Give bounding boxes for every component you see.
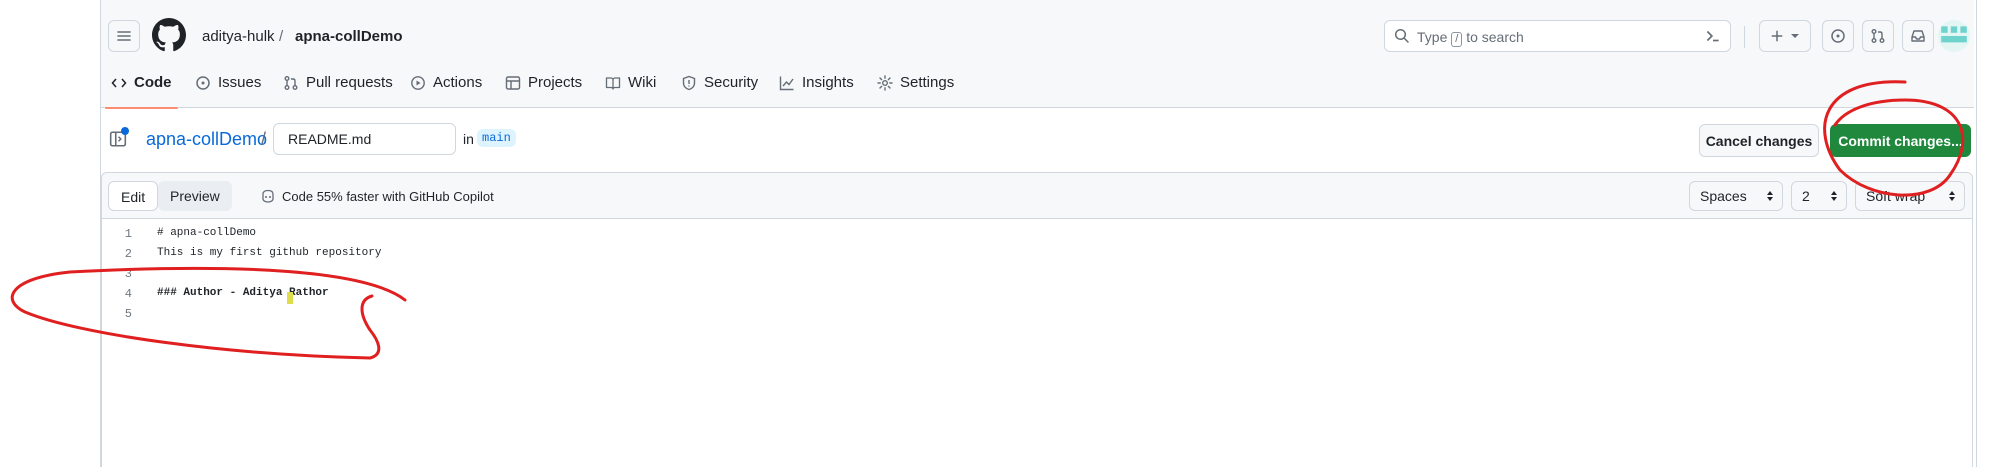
menu-button[interactable]: [108, 20, 140, 52]
book-icon: [605, 77, 621, 90]
github-logo-icon[interactable]: [152, 18, 186, 52]
issues-button[interactable]: [1822, 20, 1854, 52]
indent-mode-select[interactable]: Spaces: [1689, 181, 1783, 211]
search-icon: [1394, 28, 1409, 43]
table-icon: [505, 76, 521, 90]
repo-link[interactable]: apna-collDemo: [146, 129, 267, 150]
copilot-text: Code 55% faster with GitHub Copilot: [282, 188, 494, 204]
pull-request-icon: [284, 76, 298, 90]
screenshot-frame: aditya-hulk / apna-collDemo Type / to se…: [0, 0, 1998, 467]
line-text: ### Author - Aditya Rathor: [157, 287, 329, 299]
inbox-button[interactable]: [1902, 20, 1934, 52]
tab-label: Issues: [218, 74, 262, 91]
breadcrumb-repo[interactable]: apna-collDemo: [295, 28, 403, 45]
github-window: aditya-hulk / apna-collDemo Type / to se…: [100, 0, 1974, 467]
avatar[interactable]: [1938, 20, 1970, 52]
tab-label: Security: [704, 74, 759, 91]
select-arrows-icon: [1831, 191, 1837, 201]
create-new-button[interactable]: [1759, 20, 1811, 52]
tab-edit[interactable]: Edit: [108, 181, 159, 211]
tab-wiki[interactable]: Wiki: [605, 70, 656, 108]
avatar-identicon: [1941, 26, 1967, 43]
notification-dot: [121, 127, 129, 135]
command-palette-icon[interactable]: [1704, 27, 1722, 45]
tab-label: Code: [134, 74, 172, 91]
tab-preview[interactable]: Preview: [158, 181, 232, 211]
text-cursor: [287, 292, 293, 304]
line-text: # apna-collDemo: [157, 227, 257, 239]
hamburger-icon: [117, 31, 131, 41]
commit-changes-button[interactable]: Commit changes...: [1830, 124, 1971, 157]
search-input[interactable]: Type / to search: [1384, 20, 1731, 52]
line-number: 4: [124, 287, 132, 301]
chevron-down-icon: [1791, 34, 1799, 38]
editor-toolbar: Edit Preview Code 55% faster with GitHub…: [102, 173, 1972, 219]
tab-actions[interactable]: Actions: [410, 70, 482, 108]
tab-projects[interactable]: Projects: [505, 70, 582, 108]
select-arrows-icon: [1949, 191, 1955, 201]
branch-badge: main: [477, 129, 516, 147]
cancel-changes-button[interactable]: Cancel changes: [1699, 124, 1819, 157]
copilot-icon: [262, 189, 274, 203]
breadcrumb-owner[interactable]: aditya-hulk: [202, 28, 275, 45]
play-icon: [411, 76, 425, 90]
shield-icon: [682, 75, 696, 91]
graph-icon: [779, 76, 794, 91]
line-number: 2: [124, 247, 132, 261]
search-placeholder: Type / to search: [1417, 29, 1524, 47]
filename-input[interactable]: README.md: [273, 123, 456, 155]
file-edit-bar: apna-collDemo / README.md in main Cancel…: [101, 118, 1974, 162]
top-bar: aditya-hulk / apna-collDemo Type / to se…: [101, 14, 1974, 58]
select-value: Spaces: [1700, 188, 1747, 204]
in-label: in: [463, 131, 474, 147]
tab-label: Pull requests: [306, 74, 393, 91]
breadcrumb-separator: /: [279, 28, 284, 45]
inbox-icon: [1911, 30, 1925, 42]
line-number: 5: [124, 307, 132, 321]
pull-requests-button[interactable]: [1862, 20, 1894, 52]
header-divider: [1744, 26, 1745, 48]
tab-label: Projects: [528, 74, 583, 91]
window-right-edge: [1976, 0, 1998, 467]
code-icon: [111, 78, 127, 88]
tab-label: Wiki: [628, 74, 657, 91]
wrap-mode-select[interactable]: Soft wrap: [1855, 181, 1965, 211]
search-shortcut-key: /: [1451, 32, 1463, 47]
app-header: aditya-hulk / apna-collDemo Type / to se…: [101, 0, 1974, 109]
path-separator: /: [261, 129, 267, 149]
line-number: 3: [124, 267, 132, 281]
tab-security[interactable]: Security: [681, 70, 758, 108]
repo-nav-tabs: Code Issues Pull requests Actions Projec…: [101, 70, 1974, 109]
issue-icon: [196, 76, 210, 90]
gear-icon: [877, 75, 893, 91]
issue-icon: [1831, 29, 1845, 43]
tab-issues[interactable]: Issues: [195, 70, 261, 108]
tab-code[interactable]: Code: [105, 70, 177, 109]
plus-icon: [1771, 30, 1783, 42]
tab-insights[interactable]: Insights: [779, 70, 854, 108]
tab-pull-requests[interactable]: Pull requests: [283, 70, 393, 108]
line-text: This is my first github repository: [157, 247, 382, 259]
left-margin: [0, 0, 100, 467]
select-value: Soft wrap: [1866, 188, 1926, 204]
tab-label: Insights: [802, 74, 854, 91]
indent-size-select[interactable]: 2: [1791, 181, 1847, 211]
file-tree-toggle[interactable]: [109, 127, 129, 153]
code-editor: Edit Preview Code 55% faster with GitHub…: [101, 172, 1973, 467]
select-arrows-icon: [1767, 191, 1773, 201]
tab-label: Settings: [900, 74, 955, 91]
copilot-promo[interactable]: Code 55% faster with GitHub Copilot: [260, 188, 494, 204]
line-number: 1: [124, 227, 132, 241]
pull-request-icon: [1871, 29, 1885, 43]
select-value: 2: [1802, 188, 1810, 204]
tab-label: Actions: [433, 74, 483, 91]
tab-settings[interactable]: Settings: [877, 70, 954, 108]
